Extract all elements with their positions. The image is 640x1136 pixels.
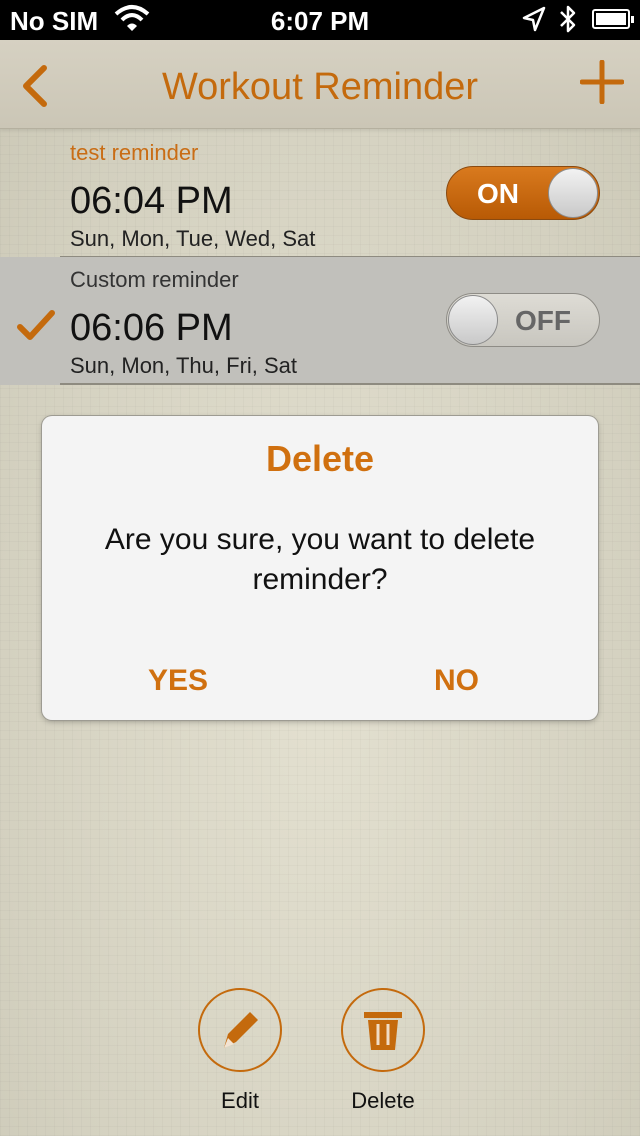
- delete-button[interactable]: Delete: [323, 988, 443, 1114]
- edit-label: Edit: [221, 1088, 259, 1113]
- dialog-title: Delete: [265, 438, 375, 479]
- trash-icon: [341, 988, 425, 1072]
- plus-icon[interactable]: [579, 59, 625, 109]
- bluetooth-icon: [558, 3, 578, 42]
- location-arrow-icon: [522, 6, 546, 39]
- page-title: Workout Reminder: [161, 66, 479, 108]
- reminder-time: 06:04 PM: [70, 180, 233, 222]
- reminder-toggle[interactable]: OFF: [446, 293, 600, 347]
- row-divider: [60, 383, 640, 385]
- reminder-toggle[interactable]: ON: [446, 166, 600, 220]
- no-button[interactable]: NO: [434, 664, 479, 698]
- status-bar: No SIM 6:07 PM: [0, 0, 640, 40]
- reminder-row-selected[interactable]: Custom reminder 06:06 PM Sun, Mon, Thu, …: [0, 257, 640, 385]
- pencil-icon: [198, 988, 282, 1072]
- reminder-name: Custom reminder: [70, 267, 239, 292]
- reminder-name: test reminder: [70, 140, 199, 165]
- reminder-time: 06:06 PM: [70, 307, 233, 349]
- toggle-label: ON: [477, 178, 519, 209]
- dialog-message: Are you sure, you want to delete reminde…: [104, 523, 536, 596]
- reminder-days: Sun, Mon, Thu, Fri, Sat: [70, 353, 298, 378]
- edit-button[interactable]: Edit: [180, 988, 300, 1114]
- delete-dialog: Delete Are you sure, you want to delete …: [42, 416, 598, 720]
- checkmark-icon: [16, 309, 56, 348]
- yes-button[interactable]: YES: [148, 664, 208, 698]
- delete-label: Delete: [351, 1088, 415, 1113]
- toggle-knob: [448, 295, 498, 345]
- battery-icon: [592, 9, 634, 29]
- reminder-row[interactable]: test reminder 06:04 PM Sun, Mon, Tue, We…: [0, 130, 640, 258]
- nav-bar: Workout Reminder: [0, 40, 640, 129]
- toggle-knob: [548, 168, 598, 218]
- reminder-days: Sun, Mon, Tue, Wed, Sat: [70, 226, 316, 251]
- toggle-label: OFF: [515, 305, 571, 336]
